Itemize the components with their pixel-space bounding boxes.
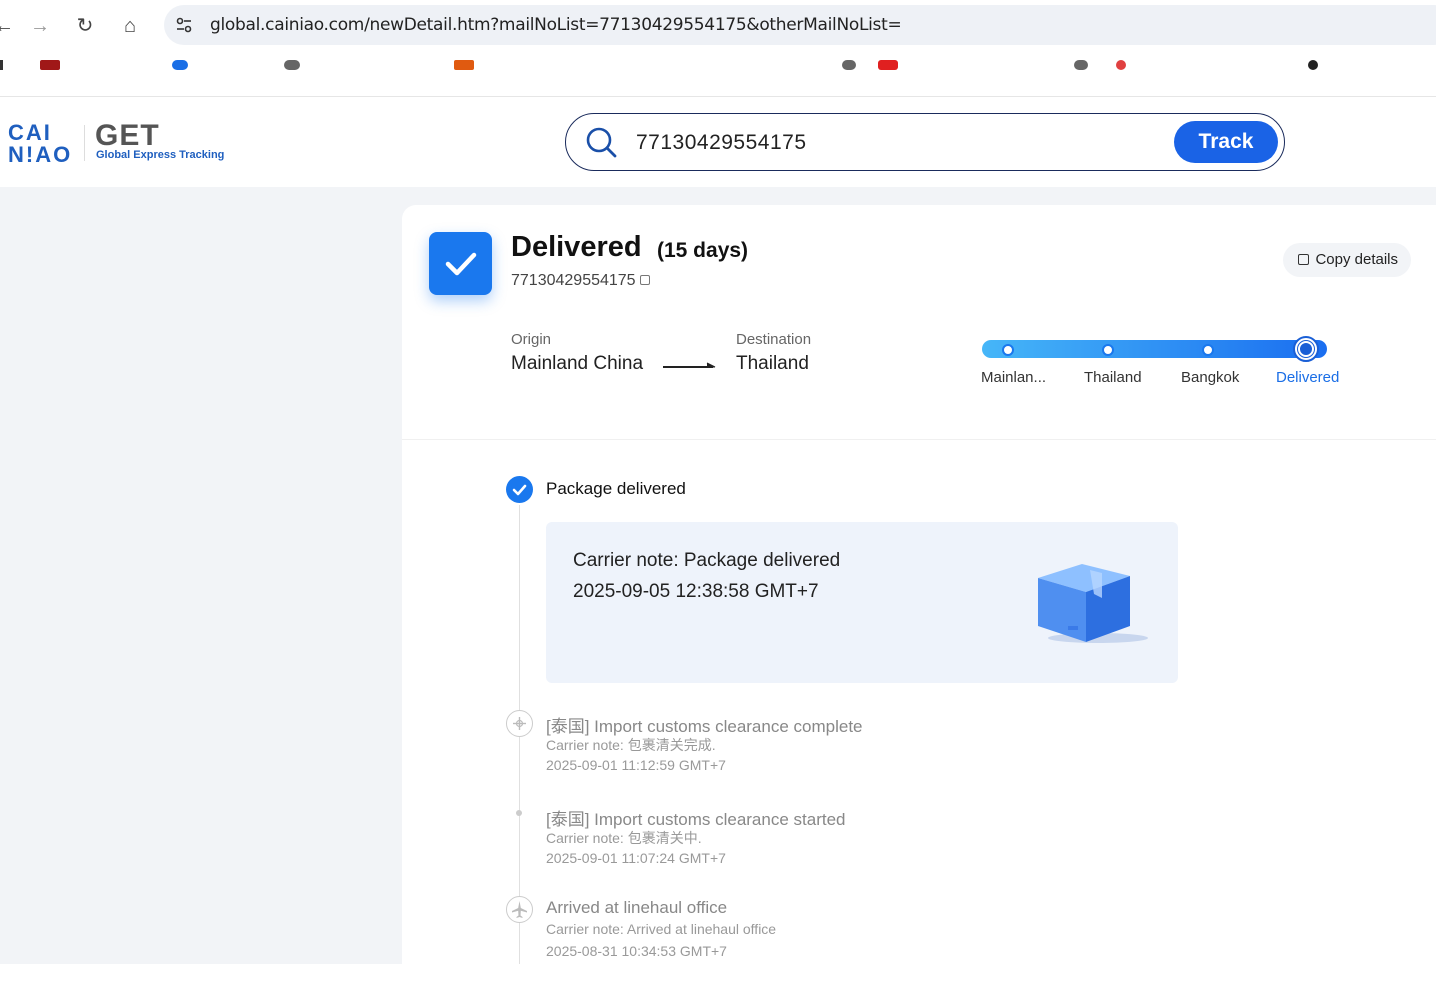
progress-step-dot	[1102, 344, 1114, 356]
tracking-number-input[interactable]	[636, 128, 1156, 158]
bookmark-favicon[interactable]	[842, 60, 856, 70]
cainiao-logo[interactable]: CAI N!AO	[8, 120, 78, 167]
destination-label: Destination	[736, 331, 812, 348]
tracking-number: 77130429554175	[511, 272, 636, 289]
event-time: 2025-09-01 11:07:24 GMT+7	[546, 850, 726, 866]
event-time: 2025-09-01 11:12:59 GMT+7	[546, 757, 726, 773]
latest-event-detail: Carrier note: Package delivered 2025-09-…	[546, 522, 1178, 683]
bookmark-favicon[interactable]	[0, 60, 3, 70]
logo-text-top: CAI	[8, 120, 52, 145]
event-title: [泰国] Import customs clearance started	[546, 810, 846, 829]
latest-event-title: Package delivered	[546, 479, 686, 498]
shipment-summary: Delivered (15 days) 77130429554175 Copy …	[402, 205, 1436, 440]
search-icon	[586, 127, 617, 158]
tracking-search-bar: Track	[565, 113, 1285, 171]
bookmark-favicon[interactable]	[172, 60, 188, 70]
logo-divider	[84, 125, 85, 161]
bookmark-favicon[interactable]	[454, 60, 474, 70]
bookmark-favicon[interactable]	[1116, 60, 1126, 70]
event-title: Arrived at linehaul office	[546, 898, 728, 917]
back-arrow-icon[interactable]: ←	[0, 12, 18, 40]
home-icon[interactable]: ⌂	[116, 12, 144, 40]
plane-icon	[506, 896, 533, 923]
bookmark-favicon[interactable]	[878, 60, 898, 70]
progress-step-label: Mainlan...	[981, 369, 1047, 386]
copy-icon	[1298, 254, 1310, 265]
brand-subtitle: Global Express Tracking	[96, 149, 225, 161]
copy-details-label: Copy details	[1315, 251, 1398, 268]
progress-step-label-active: Delivered	[1276, 369, 1340, 386]
tracking-detail-card: Delivered (15 days) 77130429554175 Copy …	[402, 205, 1436, 964]
delivered-status-badge	[429, 232, 492, 295]
transit-duration: (15 days)	[657, 239, 749, 262]
event-time: 2025-08-31 10:34:53 GMT+7	[546, 943, 727, 959]
forward-arrow-icon[interactable]: →	[26, 12, 54, 40]
progress-step-label: Thailand	[1084, 369, 1142, 386]
copy-details-button[interactable]: Copy details	[1283, 243, 1411, 277]
delivered-check-icon	[506, 476, 533, 503]
tracking-number-row: 77130429554175	[511, 272, 650, 290]
brand-title: GET	[95, 119, 160, 152]
bookmark-favicon[interactable]	[1308, 60, 1318, 70]
progress-step-label: Bangkok	[1181, 369, 1240, 386]
reload-icon[interactable]: ↻	[71, 12, 99, 40]
origin-value: Mainland China	[511, 353, 644, 374]
bookmark-favicon[interactable]	[284, 60, 300, 70]
bookmarks-bar	[0, 56, 1436, 76]
progress-current-step	[1293, 336, 1319, 362]
shipment-progress-bar	[982, 336, 1327, 362]
progress-step-dot	[1002, 344, 1014, 356]
address-bar[interactable]: global.cainiao.com/newDetail.htm?mailNoL…	[164, 5, 1436, 45]
timeline-dot	[516, 810, 522, 816]
progress-step-dot	[1202, 344, 1214, 356]
checkmark-icon	[445, 252, 477, 276]
logo-text-bottom: N!AO	[8, 142, 73, 167]
site-header: CAI N!AO GET Global Express Tracking Tra…	[0, 97, 1436, 187]
bookmark-favicon[interactable]	[1074, 60, 1088, 70]
event-note: Carrier note: 包裹清关中.	[546, 830, 702, 846]
url-text[interactable]: global.cainiao.com/newDetail.htm?mailNoL…	[210, 15, 902, 35]
origin-label: Origin	[511, 331, 552, 348]
event-title: [泰国] Import customs clearance complete	[546, 717, 863, 736]
package-box-icon	[1038, 564, 1148, 643]
latest-event-note: Carrier note: Package delivered	[573, 550, 841, 571]
bottom-overlay-strip	[0, 964, 1436, 982]
copy-tracking-icon[interactable]	[639, 275, 650, 285]
arrow-right-icon	[663, 362, 716, 368]
progress-track	[982, 340, 1327, 358]
site-settings-icon[interactable]	[174, 15, 194, 35]
status-title: Delivered	[511, 231, 642, 263]
bookmark-favicon[interactable]	[40, 60, 60, 70]
destination-value: Thailand	[736, 353, 809, 374]
track-button[interactable]: Track	[1174, 121, 1278, 163]
event-note: Carrier note: 包裹清关完成.	[546, 737, 716, 753]
latest-event-time: 2025-09-05 12:38:58 GMT+7	[573, 581, 819, 602]
event-note: Carrier note: Arrived at linehaul office	[546, 921, 777, 937]
customs-icon	[506, 710, 533, 737]
browser-chrome: ← → ↻ ⌂ global.cainiao.com/newDetail.htm…	[0, 0, 1436, 97]
